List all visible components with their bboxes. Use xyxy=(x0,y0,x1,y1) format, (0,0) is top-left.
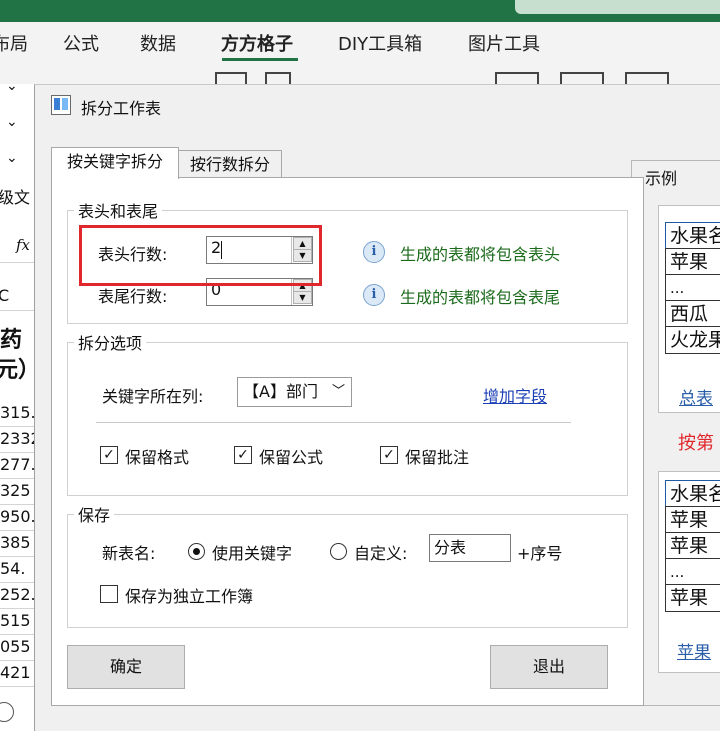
sheet-cell[interactable]: 950. xyxy=(0,504,34,531)
new-name-label: 新表名: xyxy=(102,544,156,563)
header-footer-group-label: 表头和表尾 xyxy=(74,198,163,222)
sheet-cell[interactable]: 277. xyxy=(0,452,34,479)
split-worksheet-dialog: 拆分工作表 按关键字拆分 按行数拆分 表头和表尾 表头行数: 2 ▲ ▼ i 生… xyxy=(34,84,720,731)
example-label: 示例 xyxy=(643,165,680,189)
example-cell: 苹果 xyxy=(665,584,720,612)
chevron-down-icon[interactable]: ⌄ xyxy=(6,114,18,130)
column-header-c[interactable]: C xyxy=(0,286,9,305)
save-group xyxy=(67,514,628,628)
example-cell: 苹果 xyxy=(665,532,720,560)
ribbon-tab-formulas[interactable]: 公式 xyxy=(63,30,99,56)
example-total-tab: 总表 xyxy=(679,389,713,409)
keep-comments-label[interactable]: 保留批注 xyxy=(405,444,469,468)
header-note: 生成的表都将包含表头 xyxy=(400,245,561,264)
example-cell: 苹果 xyxy=(665,506,720,534)
ok-button[interactable]: 确定 xyxy=(67,645,185,689)
sheet-cell[interactable]: 421 xyxy=(0,660,34,687)
footer-note: 生成的表都将包含表尾 xyxy=(400,288,561,307)
custom-name-radio[interactable] xyxy=(330,543,347,560)
ribbon-tab-picture-tools[interactable]: 图片工具 xyxy=(468,30,540,56)
example-cell: ... xyxy=(665,274,720,302)
sheet-cell[interactable]: 54. xyxy=(0,556,34,583)
split-options-group xyxy=(67,342,628,496)
divider xyxy=(96,422,571,423)
example-total-sheet: 水果名 苹果 ... 西瓜 火龙果 总表 xyxy=(658,205,720,413)
sheet-cell[interactable]: 385 xyxy=(0,530,34,557)
custom-name-input[interactable]: 分表 xyxy=(429,534,511,562)
tab-split-by-rows[interactable]: 按行数拆分 xyxy=(178,150,282,179)
chevron-down-icon[interactable]: ⌄ xyxy=(6,84,18,94)
ribbon-tab-data[interactable]: 数据 xyxy=(140,30,176,56)
title-bar-search[interactable] xyxy=(515,0,720,14)
example-cell: 西瓜 xyxy=(665,300,720,328)
example-split-sheet: 水果名 苹果 苹果 ... 苹果 苹果 xyxy=(658,471,720,673)
ribbon-group-label: 级文 xyxy=(0,188,31,207)
ribbon-tab-bar: 布局 公式 数据 方方格子 DIY工具箱 图片工具 xyxy=(0,22,720,62)
example-panel: 水果名 苹果 ... 西瓜 火龙果 总表 按第 水果名 苹果 苹果 ... 苹果… xyxy=(631,160,720,706)
key-column-value[interactable]: 【A】部门 xyxy=(243,378,318,406)
example-split-caption: 按第 xyxy=(678,433,714,454)
standalone-workbook-checkbox[interactable] xyxy=(100,585,118,603)
split-options-group-label: 拆分选项 xyxy=(74,330,147,354)
sheet-cell[interactable]: 325 xyxy=(0,478,34,505)
exit-button[interactable]: 退出 xyxy=(490,645,608,689)
tab-split-by-keyword[interactable]: 按关键字拆分 xyxy=(51,147,179,179)
key-column-select[interactable]: 【A】部门 ﹀ xyxy=(237,377,352,407)
chevron-down-icon[interactable]: ⌄ xyxy=(6,150,18,166)
key-column-label: 关键字所在列: xyxy=(102,387,204,406)
cell-header-text[interactable]: 药 xyxy=(0,322,22,354)
formula-fx-icon[interactable]: fx xyxy=(16,236,30,254)
sheet-cell[interactable]: 252. xyxy=(0,582,34,609)
highlight-box xyxy=(79,225,322,286)
example-cell: ... xyxy=(665,558,720,586)
chevron-down-icon[interactable]: ﹀ xyxy=(332,378,345,406)
sheet-cell[interactable]: 515 xyxy=(0,608,34,635)
keep-format-checkbox[interactable]: ✓ xyxy=(100,446,118,464)
custom-name-label[interactable]: 自定义: xyxy=(354,540,407,564)
worksheet-partial: ⌄ ⌄ ⌄ 级文 fx C 药 元） 315. 2332 277. 325 95… xyxy=(0,84,34,730)
sheet-cell[interactable]: 315. xyxy=(0,400,34,427)
ribbon-tab-fangfang[interactable]: 方方格子 xyxy=(221,30,293,56)
example-cell: 苹果 xyxy=(665,248,720,276)
dialog-app-icon xyxy=(51,95,71,115)
keep-formula-checkbox[interactable]: ✓ xyxy=(234,446,252,464)
dialog-title: 拆分工作表 xyxy=(81,99,162,118)
keep-formula-label[interactable]: 保留公式 xyxy=(259,444,323,468)
standalone-workbook-label[interactable]: 保存为独立工作簿 xyxy=(125,583,253,607)
add-field-link[interactable]: 增加字段 xyxy=(483,383,547,407)
active-tab-indicator xyxy=(222,58,298,61)
sheet-cell[interactable]: 055 xyxy=(0,634,34,661)
save-group-label: 保存 xyxy=(74,502,115,526)
ribbon-body xyxy=(0,62,720,84)
sheet-cell[interactable]: 2332 xyxy=(0,426,34,453)
cell-header-text[interactable]: 元） xyxy=(0,352,34,384)
ribbon-tab-diy-toolbox[interactable]: DIY工具箱 xyxy=(338,30,422,56)
example-cell: 水果名 xyxy=(665,480,720,508)
use-keyword-label[interactable]: 使用关键字 xyxy=(212,540,292,564)
example-split-tab: 苹果 xyxy=(677,643,711,663)
info-icon: i xyxy=(363,241,385,263)
example-cell: 火龙果 xyxy=(665,326,720,354)
use-keyword-radio[interactable] xyxy=(188,543,205,560)
stepper-down-icon[interactable]: ▼ xyxy=(293,291,312,304)
info-icon: i xyxy=(363,284,385,306)
footer-rows-label: 表尾行数: xyxy=(98,287,168,306)
example-cell: 水果名 xyxy=(665,222,720,250)
sequence-suffix-label: +序号 xyxy=(517,544,563,563)
ribbon-tab-layout[interactable]: 布局 xyxy=(0,30,28,56)
add-sheet-icon[interactable] xyxy=(0,702,14,722)
keep-format-label[interactable]: 保留格式 xyxy=(125,444,189,468)
keep-comments-checkbox[interactable]: ✓ xyxy=(380,446,398,464)
